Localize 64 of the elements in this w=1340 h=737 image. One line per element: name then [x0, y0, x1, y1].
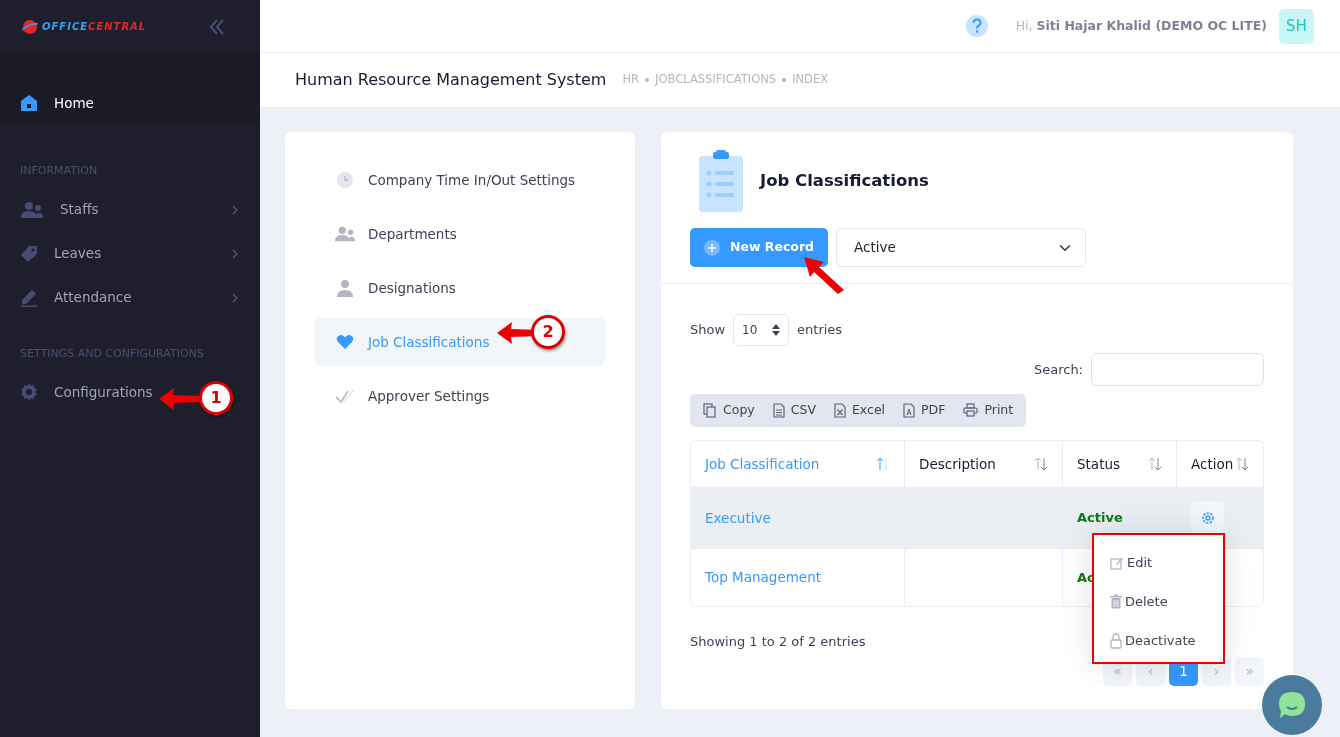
heart-icon: [336, 334, 354, 350]
search-field[interactable]: [1091, 353, 1264, 386]
menu-item[interactable]: Departments: [314, 210, 606, 258]
logo-text: OFFICECENTRAL: [42, 20, 147, 34]
menu-item[interactable]: Approver Settings: [314, 372, 606, 420]
sidebar-item[interactable]: Attendance: [0, 275, 260, 320]
page-title: Human Resource Management System: [295, 69, 607, 91]
clock-icon: [336, 171, 354, 189]
people-icon: [334, 225, 356, 243]
page-length-select[interactable]: 10: [733, 314, 790, 346]
action-button[interactable]: [1191, 501, 1224, 535]
user-greeting: Hi, Siti Hajar Khalid (DEMO OC LITE): [1015, 16, 1267, 35]
clipboard-icon: [698, 150, 744, 212]
column-header[interactable]: Action: [1177, 440, 1263, 487]
column-header[interactable]: Status: [1063, 440, 1177, 487]
sort-icon: [1148, 456, 1162, 471]
sidebar-item[interactable]: Configurations: [0, 370, 157, 414]
home-icon: [20, 94, 38, 112]
sidebar-item[interactable]: Home: [0, 81, 260, 125]
sidebar-item[interactable]: Leaves: [0, 231, 260, 276]
panel-title: Job Classifications: [760, 169, 929, 192]
export-button[interactable]: CSV: [763, 394, 825, 427]
sort-icon: [1034, 456, 1048, 471]
sidebar-item[interactable]: Staffs: [0, 187, 260, 232]
pdf-file-icon: [903, 402, 916, 418]
pencil-icon: [20, 288, 38, 307]
person-icon: [335, 279, 355, 297]
menu-item[interactable]: Company Time In/Out Settings: [314, 156, 606, 204]
search-label: Search:: [1033, 360, 1083, 379]
sort-icon: [1235, 456, 1249, 471]
check-icon: [335, 388, 355, 404]
chat-bubble-icon: [1277, 690, 1307, 720]
trash-icon: [1110, 594, 1122, 609]
section-heading: INFORMATION: [19, 163, 99, 179]
globe-logo-icon: [22, 18, 38, 35]
table-info: Showing 1 to 2 of 2 entries: [690, 632, 866, 651]
help-icon: [965, 15, 988, 37]
gear-icon: [1200, 510, 1215, 525]
export-button[interactable]: Excel: [824, 394, 895, 427]
entries-label: entries: [797, 321, 843, 340]
menu-option[interactable]: Deactivate: [1110, 621, 1207, 660]
gear-icon: [20, 383, 38, 401]
column-header[interactable]: Description: [905, 440, 1063, 487]
lock-icon: [1110, 632, 1122, 649]
spreadsheet-file-icon: [833, 402, 846, 418]
status-filter-select[interactable]: Active: [836, 228, 1087, 267]
document-icon: [772, 402, 785, 418]
edit-icon: [1110, 555, 1124, 570]
print-icon: [963, 403, 979, 418]
menu-item[interactable]: Designations: [314, 264, 606, 312]
export-button[interactable]: Copy: [694, 394, 764, 427]
tag-icon: [20, 244, 38, 263]
chat-button[interactable]: [1262, 675, 1322, 735]
double-chevron-icon: [208, 18, 226, 36]
sort-icon: [876, 456, 890, 471]
people-icon: [20, 200, 44, 219]
show-label: Show: [690, 321, 726, 340]
export-button[interactable]: Print: [954, 394, 1023, 427]
sort-arrows-icon: [772, 324, 781, 336]
copy-icon: [703, 402, 717, 418]
plus-icon: [704, 239, 720, 256]
arrow-icon: [158, 386, 202, 412]
section-heading: SETTINGS AND CONFIGURATIONS: [19, 345, 205, 362]
export-button[interactable]: PDF: [894, 394, 955, 427]
